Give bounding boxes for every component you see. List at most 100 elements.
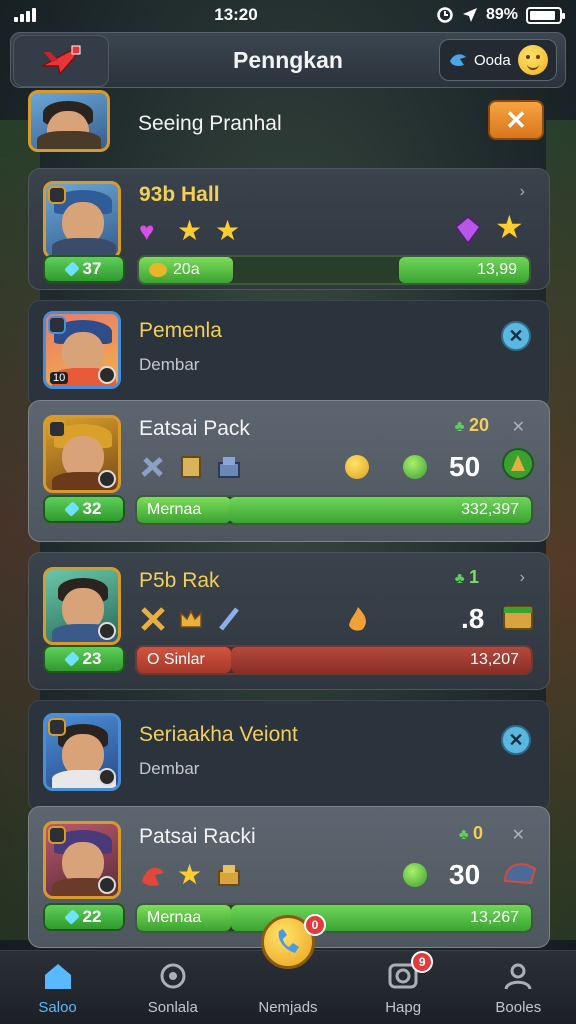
section-title: Seriaakha Veiont — [139, 723, 298, 746]
nav-item-search[interactable]: Sonlala — [123, 961, 223, 1016]
chest-icon — [218, 457, 240, 478]
close-small-icon[interactable]: ✕ — [512, 825, 525, 845]
leaf-icon: ♣ — [454, 570, 465, 587]
nav-item-home[interactable]: Saloo — [8, 961, 108, 1016]
background-foliage-right — [546, 120, 576, 940]
center-action-button[interactable]: 0 — [260, 914, 326, 969]
diamond-icon — [63, 501, 80, 517]
close-icon[interactable]: ✕ — [501, 321, 531, 351]
nav-item-center[interactable]: 0 Nemjads — [238, 914, 338, 1016]
pack-count: 50 — [449, 451, 481, 482]
pack-card[interactable]: Eatsai Pack ♣ 20 ✕ 50 32 Mernaa 332,397 — [28, 400, 550, 542]
treasure-box-icon — [503, 606, 533, 630]
phone-icon — [278, 929, 299, 953]
section-subtitle: Dembar — [139, 355, 200, 374]
progress-right-label: 13,99 — [476, 261, 517, 278]
page-title: Penngkan — [233, 46, 343, 73]
purple-gem-icon — [454, 216, 482, 245]
section-header[interactable]: Seriaakha Veiont Dembar ✕ — [28, 700, 550, 812]
chest-icon — [218, 865, 240, 886]
home-icon — [44, 964, 71, 989]
progress-left-label: 20a — [149, 261, 200, 279]
green-orb-icon — [403, 455, 427, 479]
green-orb-icon — [403, 863, 427, 887]
pack-title: Eatsai Pack — [139, 417, 250, 440]
nav-item-profile[interactable]: Booles — [468, 961, 568, 1016]
pack-card[interactable]: 93b Hall › ♥ ★ ★ ★ 37 20a 13,99 — [28, 168, 550, 290]
close-button[interactable]: ✕ — [488, 100, 544, 140]
blue-bird-icon — [450, 54, 466, 66]
small-counter: ♣ 1 — [454, 567, 479, 587]
gem-count-badge: 22 — [43, 903, 125, 931]
leaf-icon: ♣ — [458, 826, 469, 843]
diamond-icon — [63, 261, 80, 277]
progress-right-label: 13,207 — [470, 651, 519, 668]
avatar: 10 — [43, 311, 121, 389]
gold-orb-icon — [345, 455, 369, 479]
chevron-right-icon[interactable]: › — [520, 569, 525, 587]
list-item[interactable]: Seeing Pranhal ✕ — [28, 88, 550, 160]
list-item-title: Seeing Pranhal — [138, 112, 282, 135]
green-dragon-icon — [502, 448, 534, 480]
battery-percent: 89% — [485, 6, 518, 23]
location-arrow-icon — [462, 8, 477, 22]
avatar-tag: 10 — [50, 372, 69, 384]
star-icon: ★ — [215, 215, 241, 246]
progress-bar: 20a 13,99 — [137, 255, 531, 285]
nav-label: Booles — [495, 999, 542, 1016]
gem-count: 22 — [82, 907, 102, 926]
progress-right-label: 13,267 — [470, 909, 519, 926]
back-button[interactable] — [13, 35, 109, 87]
section-title: Pemenla — [139, 319, 222, 342]
gem-count-badge: 23 — [43, 645, 125, 673]
helmet-icon — [503, 863, 537, 885]
target-icon — [160, 963, 186, 989]
nav-label: Sonlala — [147, 999, 198, 1016]
alarm-icon — [437, 7, 453, 23]
red-airplane-icon — [41, 45, 81, 76]
star-icon: ★ — [177, 859, 203, 890]
user-icon — [504, 963, 532, 990]
close-small-icon[interactable]: ✕ — [512, 417, 525, 437]
notification-badge: 0 — [303, 914, 326, 936]
avatar — [43, 713, 121, 791]
gem-count-badge: 37 — [43, 255, 125, 283]
crown-icon — [180, 609, 202, 628]
red-bird-icon — [142, 867, 164, 886]
gem-count: 32 — [82, 499, 102, 518]
status-time: 13:20 — [214, 5, 258, 24]
progress-right-label: 332,397 — [461, 501, 519, 518]
profile-pill[interactable]: Ooda — [439, 39, 557, 81]
avatar — [43, 181, 121, 259]
pack-count: .8 — [461, 603, 485, 634]
section-header[interactable]: 10 Pemenla Dembar ✕ — [28, 300, 550, 408]
pack-title: Patsai Racki — [139, 825, 256, 848]
close-icon[interactable]: ✕ — [501, 725, 531, 755]
purple-heart-icon: ♥ — [139, 216, 155, 246]
status-bar: 13:20 89% — [0, 0, 576, 30]
top-header: Penngkan Ooda — [10, 32, 566, 88]
orange-flame-icon — [349, 607, 366, 631]
diamond-icon — [63, 651, 80, 667]
small-counter: ♣ 20 — [454, 415, 489, 435]
progress-left-label: O Sinlar — [147, 651, 205, 668]
nav-label: Nemjads — [258, 999, 318, 1016]
pack-title: 93b Hall — [139, 183, 220, 206]
pack-count: 30 — [449, 859, 481, 890]
avatar — [28, 90, 110, 152]
progress-left-label: Mernaa — [147, 501, 202, 518]
pack-card[interactable]: P5b Rak ♣ 1 › .8 23 O Sinlar 13,207 — [28, 552, 550, 690]
progress-bar: Mernaa 13,267 — [135, 903, 533, 933]
sword-icon — [219, 607, 239, 631]
nav-item-messages[interactable]: 9 Hapg — [353, 951, 453, 1016]
crossed-bones-icon — [141, 607, 165, 631]
avatar — [43, 415, 121, 493]
scroll-icon — [181, 456, 201, 478]
star-icon: ★ — [177, 215, 203, 246]
progress-bar: Mernaa 332,397 — [135, 495, 533, 525]
chevron-right-icon[interactable]: › — [520, 183, 525, 201]
gem-count-badge: 32 — [43, 495, 125, 523]
signal-icon — [14, 8, 36, 22]
leaf-icon: ♣ — [454, 418, 465, 435]
diamond-icon — [63, 909, 80, 925]
